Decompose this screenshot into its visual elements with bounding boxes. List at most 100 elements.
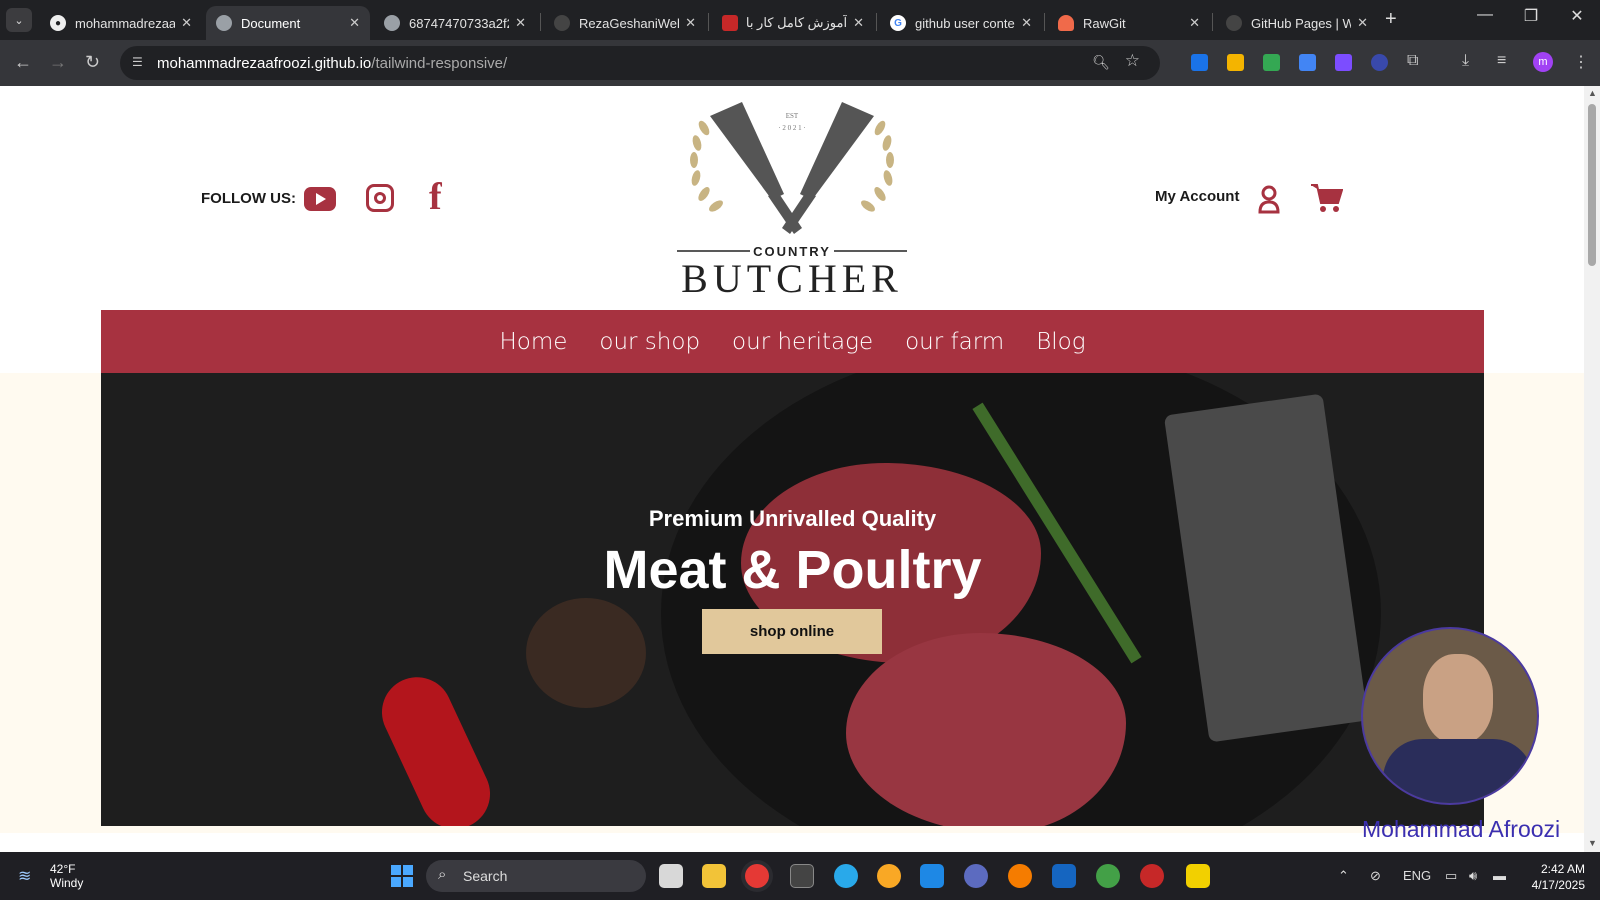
display-icon[interactable]: ▭ <box>1445 868 1457 884</box>
nav-item-our-shop[interactable]: our shop <box>599 329 700 355</box>
clock-time: 2:42 AM <box>1540 862 1585 876</box>
vscode-icon[interactable] <box>920 864 944 888</box>
browser-tab[interactable]: RezaGeshaniWeb/ ✕ <box>544 6 706 40</box>
nav-item-blog[interactable]: Blog <box>1036 329 1085 355</box>
tab-title: 68747470733a2f2f <box>409 15 510 31</box>
network-off-icon[interactable]: ⊘ <box>1370 868 1381 884</box>
orange-app-icon[interactable] <box>1008 864 1032 888</box>
country-butcher-logo[interactable]: EST · 2 0 2 1 · COUNTRY BUTCHER <box>672 98 912 294</box>
close-tab-icon[interactable]: ✕ <box>515 15 526 31</box>
battery-icon[interactable]: ▬ <box>1493 868 1506 883</box>
kmplayer-icon[interactable] <box>1186 864 1210 888</box>
nav-item-home[interactable]: Home <box>499 329 567 355</box>
tab-strip: ⌄ ● mohammadrezaaf ✕ Document ✕ 68747470… <box>0 0 1600 40</box>
profile-avatar[interactable]: m <box>1533 52 1553 72</box>
system-clock[interactable]: 2:42 AM 4/17/2025 <box>1515 861 1585 893</box>
browser-tab[interactable]: G github user conte ✕ <box>880 6 1042 40</box>
language-indicator[interactable]: ENG <box>1403 868 1431 883</box>
browser-toolbar: ← → ↻ ☰ mohammadrezaafroozi.github.io/ta… <box>0 40 1600 86</box>
zoom-icon[interactable]: 🔍︎ <box>1092 54 1110 71</box>
address-bar[interactable]: ☰ mohammadrezaafroozi.github.io/tailwind… <box>120 46 1160 80</box>
downloads-icon[interactable]: ⤓ <box>1462 52 1469 70</box>
tab-divider <box>876 13 877 31</box>
taskbar-search[interactable]: ⌕ Search <box>426 860 646 892</box>
instagram-icon[interactable] <box>366 184 394 212</box>
new-tab-icon[interactable]: + <box>1385 8 1397 31</box>
close-tab-icon[interactable]: ✕ <box>853 15 864 31</box>
facebook-icon[interactable]: f <box>429 175 442 219</box>
follow-us-label: FOLLOW US: <box>201 190 296 207</box>
tray-overflow-icon[interactable]: ⌃ <box>1338 868 1349 884</box>
reload-icon[interactable]: ↻ <box>85 52 100 73</box>
task-view-icon[interactable] <box>659 864 683 888</box>
minimize-icon[interactable]: — <box>1465 6 1505 24</box>
browser-tab[interactable]: 68747470733a2f2f ✕ <box>374 6 536 40</box>
steak-image <box>846 633 1126 826</box>
browser-tab[interactable]: RawGit ✕ <box>1048 6 1210 40</box>
tab-title: Document <box>241 15 301 31</box>
close-window-icon[interactable]: ✕ <box>1557 6 1597 26</box>
image-extension-icon[interactable] <box>1263 54 1280 71</box>
page-scrollbar[interactable]: ▲ ▼ <box>1584 86 1600 852</box>
vpn-extension-icon[interactable] <box>1371 54 1388 71</box>
chrome-menu-icon[interactable]: ⋮ <box>1573 52 1589 72</box>
search-placeholder: Search <box>463 868 508 884</box>
user-account-icon[interactable] <box>1257 184 1281 214</box>
red-app-icon[interactable] <box>1140 864 1164 888</box>
file-explorer-icon[interactable] <box>702 864 726 888</box>
globe-icon <box>384 15 400 31</box>
media-controls-icon[interactable]: ≡ <box>1497 52 1506 70</box>
shop-online-button[interactable]: shop online <box>702 609 882 654</box>
webcam-overlay <box>1361 627 1539 805</box>
telegram-icon[interactable] <box>834 864 858 888</box>
github-icon <box>1226 15 1242 31</box>
back-icon[interactable]: ← <box>14 52 32 73</box>
my-account-link[interactable]: My Account <box>1155 188 1239 205</box>
hero-kicker: Premium Unrivalled Quality <box>648 506 937 531</box>
browser-tab-active[interactable]: Document ✕ <box>206 6 370 40</box>
tool-app-icon[interactable] <box>964 864 988 888</box>
close-tab-icon[interactable]: ✕ <box>349 15 360 31</box>
terminal-icon[interactable] <box>790 864 814 888</box>
shopping-cart-icon[interactable] <box>1311 183 1343 213</box>
download-extension-icon[interactable] <box>1191 54 1208 71</box>
scroll-down-icon[interactable]: ▼ <box>1588 838 1597 848</box>
close-tab-icon[interactable]: ✕ <box>685 15 696 31</box>
purple-extension-icon[interactable] <box>1335 54 1352 71</box>
globe-app-icon[interactable] <box>1096 864 1120 888</box>
url-path: /tailwind-responsive/ <box>371 55 508 72</box>
browser-tab[interactable]: آموزش کامل کار با ... ✕ <box>712 6 874 40</box>
weather-temp: 42°F <box>50 862 76 876</box>
tab-title: آموزش کامل کار با ... <box>747 15 848 30</box>
volume-icon[interactable]: 🔊︎ <box>1469 868 1477 884</box>
close-tab-icon[interactable]: ✕ <box>1189 15 1200 31</box>
youtube-icon[interactable] <box>304 187 336 211</box>
site-info-icon[interactable]: ☰ <box>132 55 148 71</box>
translate-extension-icon[interactable] <box>1299 54 1316 71</box>
chrome-icon[interactable] <box>745 864 769 888</box>
tab-divider <box>708 13 709 31</box>
scroll-up-icon[interactable]: ▲ <box>1588 88 1597 98</box>
tab-search-menu-button[interactable]: ⌄ <box>6 8 32 32</box>
hero-title: Meat & Poultry <box>603 540 982 600</box>
bookmark-star-icon[interactable]: ☆ <box>1125 51 1140 71</box>
browser-tab[interactable]: GitHub Pages | We ✕ <box>1216 6 1378 40</box>
extensions-puzzle-icon[interactable]: ⧉ <box>1407 52 1418 70</box>
browser-tab[interactable]: ● mohammadrezaaf ✕ <box>40 6 202 40</box>
url-text[interactable]: mohammadrezaafroozi.github.io/tailwind-r… <box>157 55 507 72</box>
close-tab-icon[interactable]: ✕ <box>1357 15 1368 31</box>
globe-icon <box>216 15 232 31</box>
forward-icon[interactable]: → <box>49 52 67 73</box>
close-tab-icon[interactable]: ✕ <box>1021 15 1032 31</box>
scrollbar-thumb[interactable] <box>1588 104 1596 266</box>
chili-pepper-image <box>370 665 502 826</box>
notes-extension-icon[interactable] <box>1227 54 1244 71</box>
github-icon <box>554 15 570 31</box>
nav-item-our-heritage[interactable]: our heritage <box>732 329 873 355</box>
windows-start-icon[interactable] <box>391 865 413 887</box>
restore-icon[interactable]: ❐ <box>1511 6 1551 26</box>
nav-item-our-farm[interactable]: our farm <box>905 329 1004 355</box>
close-tab-icon[interactable]: ✕ <box>181 15 192 31</box>
weather-app-icon[interactable] <box>877 864 901 888</box>
notepad-icon[interactable] <box>1052 864 1076 888</box>
